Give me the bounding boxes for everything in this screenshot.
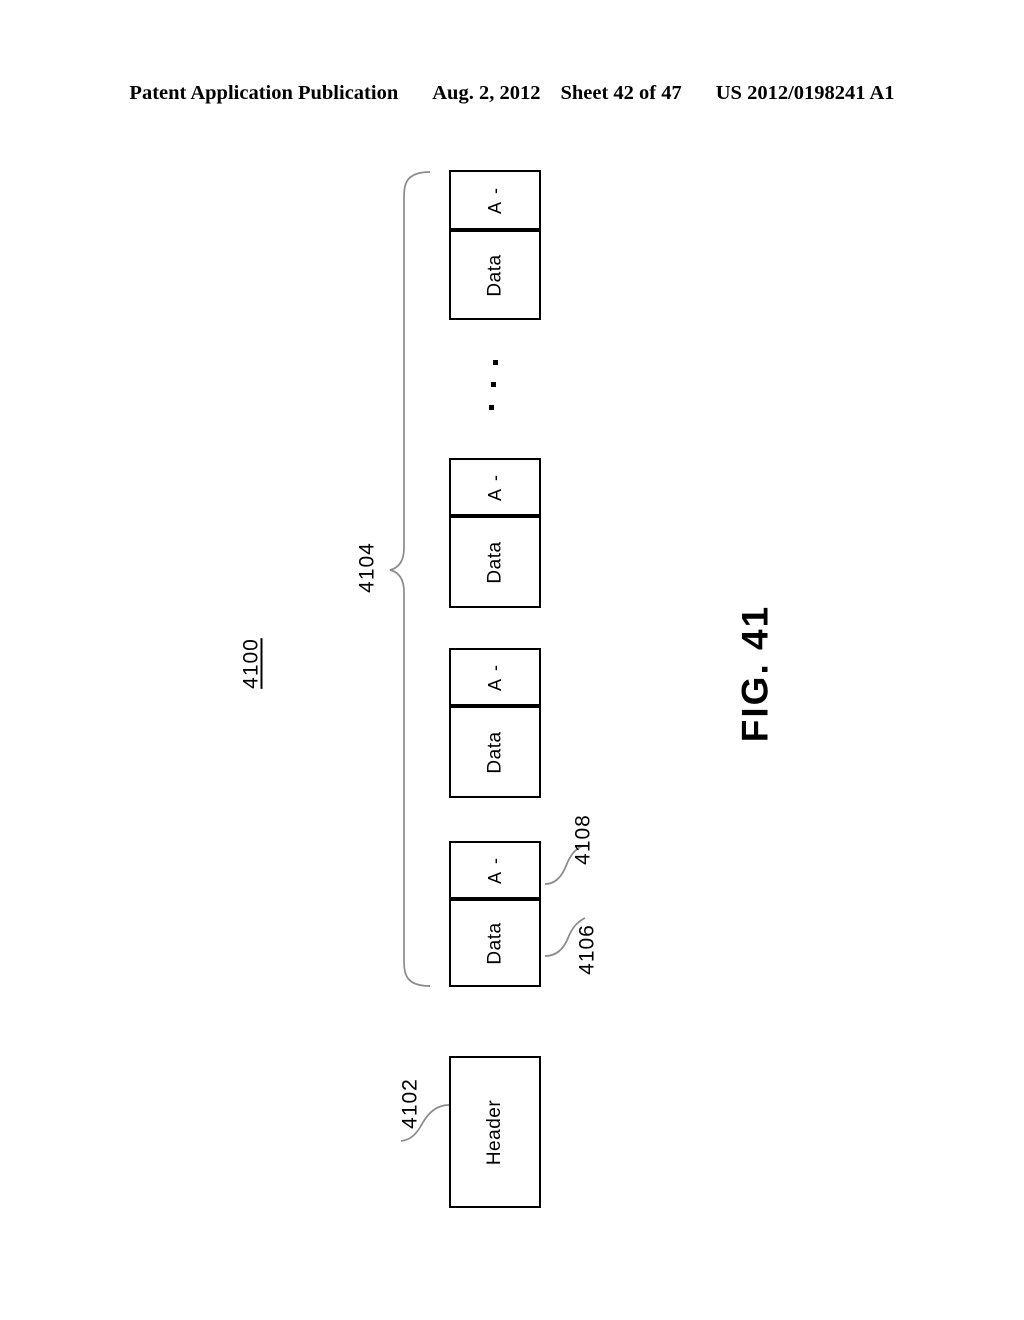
ellipsis-dot-2 [491, 382, 496, 387]
subheader-cell-1: A - [449, 170, 541, 230]
subheader-cell-label-4: A - [484, 855, 505, 885]
data-cell-1: Data [449, 230, 541, 320]
data-cell-label-4: Data [484, 921, 506, 965]
data-cell-label-1: Data [484, 253, 506, 297]
data-cell-label-3: Data [484, 730, 506, 774]
figure-caption: FIG. 41 [734, 604, 776, 743]
ref-numeral-4100: 4100 [239, 638, 263, 689]
subheader-cell-label-1: A - [484, 185, 505, 215]
header-box: Header [449, 1056, 541, 1208]
data-cell-4: Data [449, 899, 541, 987]
ref-numeral-4102: 4102 [398, 1078, 422, 1129]
data-cell-label-2: Data [484, 540, 506, 584]
data-cell-3: Data [449, 706, 541, 798]
ref-numeral-4106: 4106 [575, 924, 599, 975]
subheader-cell-label-2: A - [484, 472, 505, 502]
data-cell-2: Data [449, 516, 541, 608]
figure-canvas: A - Data A - Data A - Data A - Data Head… [0, 0, 1024, 1320]
ellipsis-dot-3 [489, 405, 494, 410]
subheader-cell-3: A - [449, 648, 541, 706]
ellipsis-dots [488, 360, 504, 416]
ellipsis-dot-1 [493, 360, 498, 365]
subheader-cell-2: A - [449, 458, 541, 516]
group-brace [389, 171, 431, 987]
ref-numeral-4104: 4104 [355, 542, 379, 593]
header-box-label: Header [484, 1099, 506, 1165]
subheader-cell-label-3: A - [484, 662, 505, 692]
subheader-cell-4: A - [449, 841, 541, 899]
ref-numeral-4108: 4108 [571, 814, 595, 865]
